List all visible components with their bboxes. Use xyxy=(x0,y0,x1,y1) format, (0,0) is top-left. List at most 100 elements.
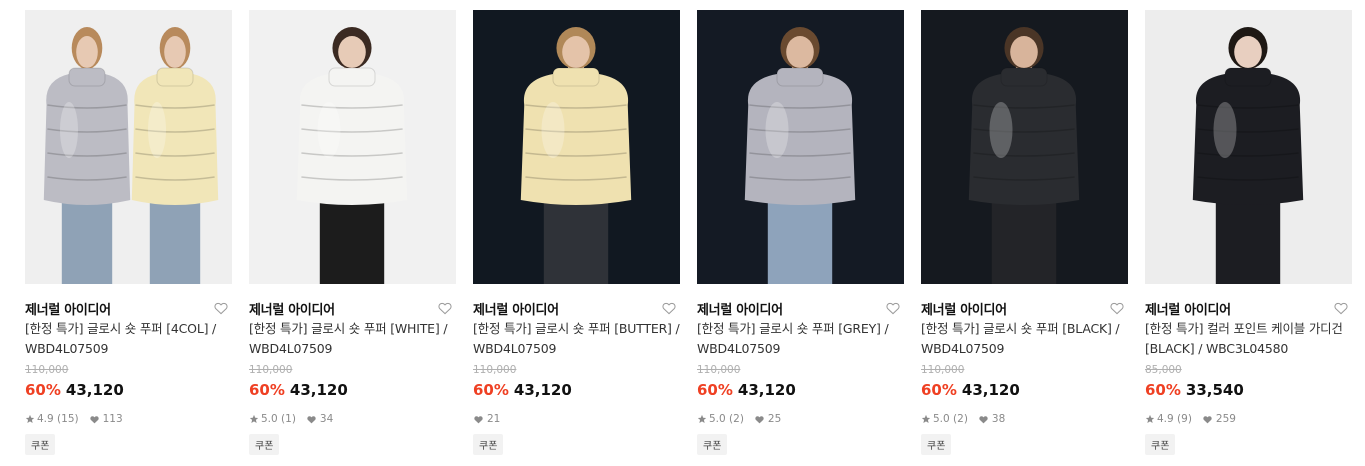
heart-outline-icon[interactable] xyxy=(213,300,229,316)
discount-rate: 60% xyxy=(1145,381,1181,399)
brand-name[interactable]: 제너럴 아이디어 xyxy=(921,299,1007,318)
product-image[interactable] xyxy=(1145,10,1352,284)
rating-text: 5.0 (2) xyxy=(709,413,744,425)
sale-price: 43,120 xyxy=(513,381,572,399)
heart-outline-icon[interactable] xyxy=(1333,300,1349,316)
heart-outline-icon[interactable] xyxy=(885,300,901,316)
star-icon xyxy=(249,414,259,423)
rating-text: 5.0 (1) xyxy=(261,413,296,425)
brand-name[interactable]: 제너럴 아이디어 xyxy=(249,299,335,318)
review-meta: 21 xyxy=(473,412,680,426)
product-name[interactable]: [한정 특가] 글로시 숏 푸퍼 [4COL] / WBD4L07509 xyxy=(25,319,232,359)
jacket-highlight xyxy=(989,102,1013,158)
product-photo xyxy=(249,10,456,284)
like-count: 25 xyxy=(754,413,781,425)
jacket-collar xyxy=(68,67,106,87)
product-name[interactable]: [한정 특가] 컬러 포인트 케이블 가디건 [BLACK] / WBC3L04… xyxy=(1145,319,1352,359)
model-face xyxy=(786,36,814,68)
heart-filled-icon xyxy=(89,415,99,423)
jacket-highlight xyxy=(60,102,78,158)
like-count-text: 34 xyxy=(319,413,334,425)
sale-price: 43,120 xyxy=(961,381,1020,399)
star-icon xyxy=(25,414,35,423)
model-jacket xyxy=(520,74,632,205)
model-jacket xyxy=(744,74,856,205)
jacket-highlight xyxy=(148,102,166,158)
jacket-collar xyxy=(1224,67,1272,87)
like-count: 113 xyxy=(89,413,123,425)
rating: 5.0 (2) xyxy=(921,413,968,425)
like-count: 34 xyxy=(306,413,333,425)
discount-rate: 60% xyxy=(473,381,509,399)
sale-price: 43,120 xyxy=(737,381,796,399)
product-name[interactable]: [한정 특가] 글로시 숏 푸퍼 [GREY] / WBD4L07509 xyxy=(697,319,904,359)
like-count: 259 xyxy=(1202,413,1236,425)
coupon-badge: 쿠폰 xyxy=(1145,434,1176,455)
model-jacket xyxy=(1192,74,1304,205)
original-price: 110,000 xyxy=(921,364,965,376)
heart-outline-icon[interactable] xyxy=(1109,300,1125,316)
star-icon xyxy=(697,414,707,423)
coupon-badge: 쿠폰 xyxy=(921,434,952,455)
model-jacket xyxy=(296,74,408,205)
review-meta: 5.0 (2) 38 xyxy=(921,412,1128,426)
discount-rate: 60% xyxy=(921,381,957,399)
model-face xyxy=(562,36,590,68)
like-count-text: 38 xyxy=(991,413,1006,425)
original-price: 110,000 xyxy=(25,364,69,376)
brand-name[interactable]: 제너럴 아이디어 xyxy=(697,299,783,318)
product-image[interactable] xyxy=(921,10,1128,284)
rating-text: 4.9 (9) xyxy=(1157,413,1192,425)
product-card[interactable]: 제너럴 아이디어 [한정 특가] 글로시 숏 푸퍼 [BUTTER] / WBD… xyxy=(473,10,680,455)
product-image[interactable] xyxy=(249,10,456,284)
like-count-text: 259 xyxy=(1215,413,1236,425)
product-image[interactable] xyxy=(697,10,904,284)
sale-price: 33,540 xyxy=(1185,381,1244,399)
review-meta: 5.0 (2) 25 xyxy=(697,412,904,426)
rating-text: 4.9 (15) xyxy=(37,413,79,425)
product-photo xyxy=(921,10,1128,284)
brand-name[interactable]: 제너럴 아이디어 xyxy=(25,299,111,318)
heart-filled-icon xyxy=(307,415,316,423)
product-card[interactable]: 제너럴 아이디어 [한정 특가] 컬러 포인트 케이블 가디건 [BLACK] … xyxy=(1145,10,1352,455)
brand-name[interactable]: 제너럴 아이디어 xyxy=(473,299,559,318)
like-count-text: 113 xyxy=(102,413,123,425)
discount-rate: 60% xyxy=(249,381,285,399)
product-image[interactable] xyxy=(473,10,680,284)
model-face xyxy=(164,36,186,68)
model-face xyxy=(1010,36,1038,68)
product-name[interactable]: [한정 특가] 글로시 숏 푸퍼 [WHITE] / WBD4L07509 xyxy=(249,319,456,359)
rating: 4.9 (15) xyxy=(25,413,79,425)
model-jacket xyxy=(131,74,219,205)
jacket-collar xyxy=(156,67,194,87)
like-count: 38 xyxy=(978,413,1005,425)
product-photo xyxy=(25,10,232,284)
model-face xyxy=(338,36,366,68)
review-meta: 4.9 (15) 113 xyxy=(25,412,232,426)
product-card[interactable]: 제너럴 아이디어 [한정 특가] 글로시 숏 푸퍼 [4COL] / WBD4L… xyxy=(25,10,232,455)
product-card[interactable]: 제너럴 아이디어 [한정 특가] 글로시 숏 푸퍼 [BLACK] / WBD4… xyxy=(921,10,1128,455)
jacket-highlight xyxy=(765,102,789,158)
heart-outline-icon[interactable] xyxy=(661,300,677,316)
heart-outline-icon[interactable] xyxy=(437,300,453,316)
product-photo xyxy=(1145,10,1352,284)
original-price: 110,000 xyxy=(473,364,517,376)
product-card[interactable]: 제너럴 아이디어 [한정 특가] 글로시 숏 푸퍼 [WHITE] / WBD4… xyxy=(249,10,456,455)
heart-filled-icon xyxy=(474,415,483,423)
model-jacket xyxy=(968,74,1080,205)
rating: 5.0 (2) xyxy=(697,413,744,425)
brand-name[interactable]: 제너럴 아이디어 xyxy=(1145,299,1231,318)
product-card[interactable]: 제너럴 아이디어 [한정 특가] 글로시 숏 푸퍼 [GREY] / WBD4L… xyxy=(697,10,904,455)
model-face xyxy=(1234,36,1262,68)
like-count-text: 21 xyxy=(487,413,501,425)
rating: 5.0 (1) xyxy=(249,413,296,425)
jacket-highlight xyxy=(541,102,565,158)
product-grid: 제너럴 아이디어 [한정 특가] 글로시 숏 푸퍼 [4COL] / WBD4L… xyxy=(0,0,1365,466)
product-name[interactable]: [한정 특가] 글로시 숏 푸퍼 [BLACK] / WBD4L07509 xyxy=(921,319,1128,359)
coupon-badge: 쿠폰 xyxy=(697,434,728,455)
product-image[interactable] xyxy=(25,10,232,284)
jacket-collar xyxy=(552,67,600,87)
product-name[interactable]: [한정 특가] 글로시 숏 푸퍼 [BUTTER] / WBD4L07509 xyxy=(473,319,680,359)
model-jacket xyxy=(43,74,131,205)
model-face xyxy=(76,36,98,68)
